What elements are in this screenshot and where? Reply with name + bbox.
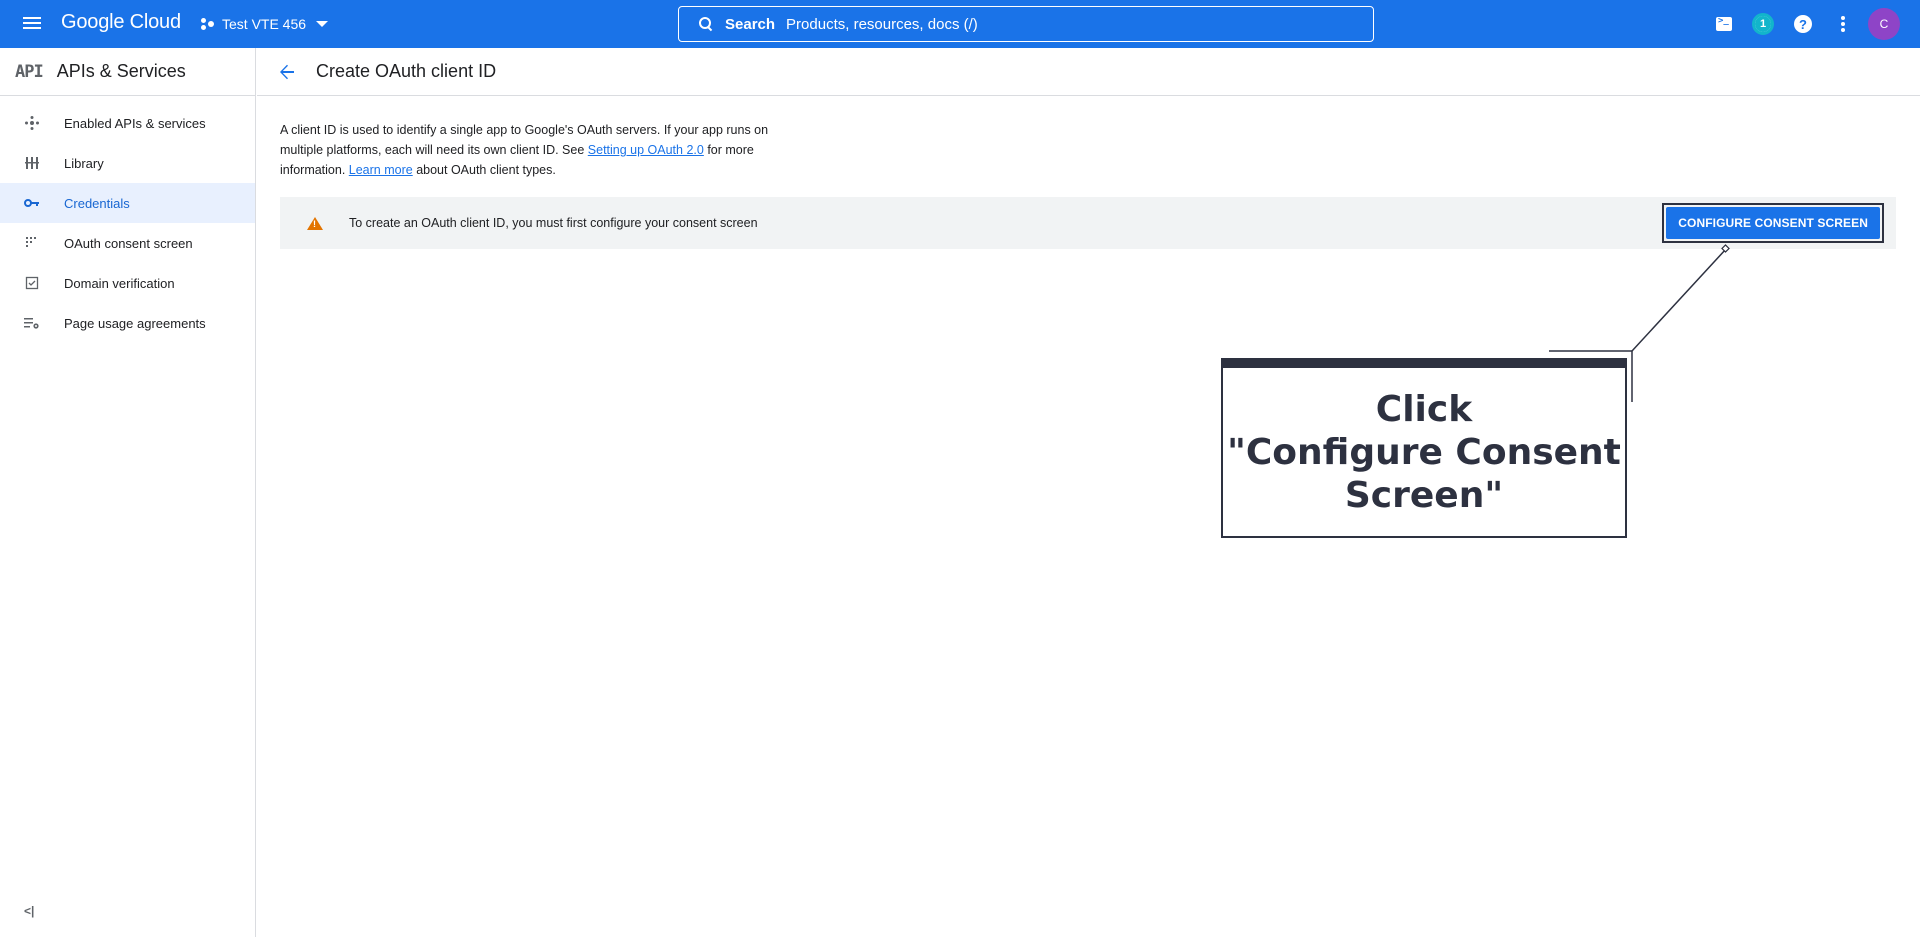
domain-verification-icon <box>24 275 40 291</box>
sidebar-item-oauth-consent[interactable]: OAuth consent screen <box>0 223 255 263</box>
intro-paragraph: A client ID is used to identify a single… <box>280 120 800 180</box>
terminal-icon <box>1716 16 1732 31</box>
button-highlight-frame: CONFIGURE CONSENT SCREEN <box>1662 203 1884 243</box>
page-header: Create OAuth client ID <box>257 48 1920 96</box>
notification-badge-icon: 1 <box>1752 13 1774 35</box>
sidebar-item-label: Enabled APIs & services <box>64 115 206 131</box>
search-label: Search <box>725 15 776 33</box>
sidebar-item-label: Library <box>64 155 104 171</box>
notification-count: 1 <box>1755 16 1771 32</box>
more-options-icon[interactable] <box>1829 10 1857 38</box>
account-button[interactable]: C <box>1868 8 1900 40</box>
sidebar-item-enabled-apis[interactable]: Enabled APIs & services <box>0 103 255 143</box>
sidebar-item-label: Page usage agreements <box>64 315 206 331</box>
cloud-shell-button[interactable] <box>1710 10 1738 38</box>
warning-icon <box>307 216 323 230</box>
hamburger-menu-icon[interactable] <box>20 12 44 36</box>
avatar: C <box>1868 8 1900 40</box>
collapse-sidebar-icon[interactable]: <| <box>24 903 40 919</box>
search-icon <box>699 17 713 31</box>
sidebar-nav: Enabled APIs & services Library Credenti… <box>0 103 255 343</box>
help-button[interactable]: ? <box>1789 10 1817 38</box>
sidebar-item-library[interactable]: Library <box>0 143 255 183</box>
search-placeholder: Products, resources, docs (/) <box>786 15 978 33</box>
instruction-callout: Click "Configure Consent Screen" <box>1221 358 1627 538</box>
google-cloud-logo[interactable]: Google Cloud <box>61 11 181 34</box>
sidebar-item-domain-verification[interactable]: Domain verification <box>0 263 255 303</box>
api-logo-icon: API <box>15 61 44 82</box>
settings-list-icon <box>24 315 40 331</box>
sidebar-item-credentials[interactable]: Credentials <box>0 183 255 223</box>
setting-up-oauth-link[interactable]: Setting up OAuth 2.0 <box>588 143 704 157</box>
sidebar-item-label: OAuth consent screen <box>64 235 193 251</box>
key-icon <box>24 195 40 211</box>
project-selector[interactable]: Test VTE 456 <box>200 11 329 37</box>
callout-text: Click "Configure Consent Screen" <box>1227 388 1621 516</box>
chevron-down-icon <box>316 21 329 27</box>
project-name: Test VTE 456 <box>222 16 307 32</box>
enabled-apis-icon <box>24 115 40 131</box>
library-icon <box>24 155 40 171</box>
consent-warning-banner: To create an OAuth client ID, you must f… <box>280 197 1896 249</box>
top-app-bar: Google Cloud Test VTE 456 Search Product… <box>0 0 1920 48</box>
configure-consent-screen-button[interactable]: CONFIGURE CONSENT SCREEN <box>1666 207 1880 239</box>
sidebar-header: API APIs & Services <box>0 48 255 96</box>
intro-text: about OAuth client types. <box>412 163 556 177</box>
help-icon: ? <box>1794 15 1812 33</box>
search-input[interactable]: Search Products, resources, docs (/) <box>678 6 1374 42</box>
banner-message: To create an OAuth client ID, you must f… <box>349 216 758 230</box>
learn-more-link[interactable]: Learn more <box>349 163 413 177</box>
page-title: Create OAuth client ID <box>316 61 497 81</box>
sidebar: API APIs & Services Enabled APIs & servi… <box>0 48 256 937</box>
notifications-button[interactable]: 1 <box>1749 10 1777 38</box>
project-icon <box>200 16 216 32</box>
sidebar-item-label: Credentials <box>64 195 130 211</box>
sidebar-title: APIs & Services <box>56 61 186 81</box>
consent-screen-icon <box>24 235 40 251</box>
sidebar-item-page-usage[interactable]: Page usage agreements <box>0 303 255 343</box>
sidebar-item-label: Domain verification <box>64 275 175 291</box>
back-arrow-icon[interactable] <box>275 60 299 84</box>
